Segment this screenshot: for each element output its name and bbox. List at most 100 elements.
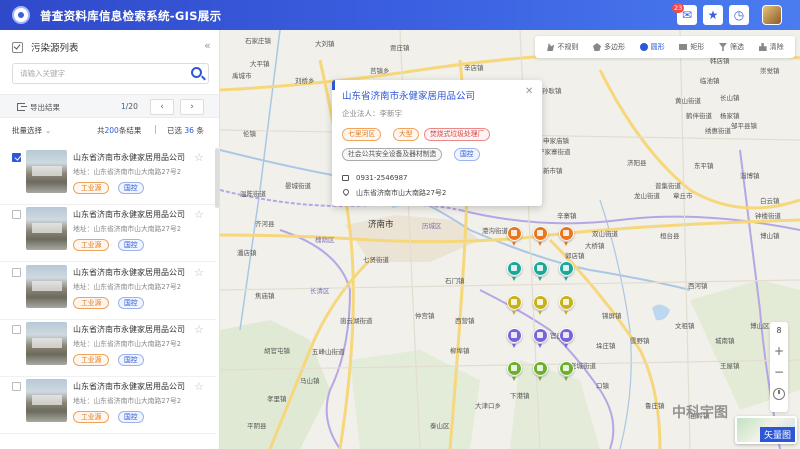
car-marker-icon[interactable]	[507, 361, 522, 381]
item-checkbox[interactable]	[12, 210, 21, 219]
popup-address: 山东省济南市山大南路27号2	[356, 189, 447, 197]
factory-marker-icon[interactable]	[507, 226, 522, 246]
star-icon[interactable]: ☆	[194, 380, 204, 393]
item-name[interactable]: 山东省济南市永健家居用品公司	[73, 324, 193, 335]
place-label: 钟楼街道	[755, 212, 781, 220]
place-label: 平阴县	[247, 422, 267, 430]
map-view[interactable]: 石家庄镇大平镇大刘镇贾庄镇辛店镇禹城市刘桥乡莒镇乡芽庄湖镇伦镇温陈街道齐河县晏城…	[220, 30, 800, 449]
list-item[interactable]: 山东省济南市永健家居用品公司 ☆ 地址：山东省济南市山大南路27号2 工业源 国控	[0, 148, 216, 205]
avatar[interactable]	[762, 5, 782, 25]
tool-filter-label: 筛选	[729, 43, 744, 51]
tool-rectangle[interactable]: 矩形	[679, 42, 704, 52]
tool-rectangle-label: 矩形	[690, 43, 705, 51]
bulb-marker-icon[interactable]	[559, 295, 574, 315]
item-name[interactable]: 山东省济南市永健家居用品公司	[73, 152, 193, 163]
star-icon[interactable]: ☆	[194, 151, 204, 164]
tool-filter[interactable]: 筛选	[718, 42, 744, 52]
place-label: 孙耿镇	[542, 87, 562, 95]
place-label: 马山镇	[300, 377, 320, 385]
basemap-label: 矢量图	[759, 427, 795, 442]
popup-tag-size: 大型	[393, 128, 419, 141]
export-results-button[interactable]: 导出结果	[30, 102, 60, 113]
next-page-button[interactable]: ›	[180, 99, 204, 115]
collapse-panel-icon[interactable]: «	[204, 39, 211, 52]
item-tag-industry: 工业源	[73, 297, 110, 309]
item-name[interactable]: 山东省济南市永健家居用品公司	[73, 209, 193, 220]
item-checkbox[interactable]	[12, 325, 21, 334]
building-marker-icon[interactable]	[559, 328, 574, 348]
tree-marker-icon[interactable]	[507, 261, 522, 281]
polygon-icon	[592, 43, 601, 51]
building-marker-icon[interactable]	[507, 328, 522, 348]
search-input[interactable]	[13, 64, 183, 83]
bulb-marker-icon[interactable]	[533, 295, 548, 315]
list-item[interactable]: 山东省济南市永健家居用品公司 ☆ 地址：山东省济南市山大南路27号2 工业源 国控	[0, 320, 216, 377]
circle-icon	[639, 43, 648, 51]
car-marker-icon[interactable]	[533, 361, 548, 381]
item-name[interactable]: 山东省济南市永健家居用品公司	[73, 267, 193, 278]
item-address: 地址：山东省济南市山大南路27号2	[73, 397, 182, 405]
item-tag-control: 国控	[118, 411, 144, 423]
item-checkbox[interactable]	[12, 153, 21, 162]
place-label: 普集街道	[655, 182, 681, 190]
close-icon[interactable]: ✕	[525, 86, 533, 97]
export-icon[interactable]	[17, 103, 27, 111]
item-tag-control: 国控	[118, 354, 144, 366]
batch-select-label: 批量选择	[12, 126, 42, 135]
search-icon[interactable]	[191, 67, 202, 78]
place-label: 临池镇	[700, 77, 720, 85]
zoom-in-button[interactable]: +	[770, 344, 788, 358]
place-label: 大津口乡	[475, 402, 501, 410]
place-label: 龙山街道	[634, 192, 660, 200]
result-count-prefix: 共	[97, 126, 105, 135]
tool-irregular[interactable]: 不规则	[546, 42, 578, 52]
star-icon[interactable]: ☆	[194, 208, 204, 221]
item-address: 地址：山东省济南市山大南路27号2	[73, 340, 182, 348]
place-label: 桓台县	[660, 232, 680, 240]
building-marker-icon[interactable]	[533, 328, 548, 348]
place-label: 章丘市	[673, 192, 693, 200]
tree-marker-icon[interactable]	[559, 261, 574, 281]
list-scrollbar[interactable]	[215, 148, 219, 208]
star-icon[interactable]: ☆	[194, 266, 204, 279]
place-label: 郭店镇	[565, 252, 585, 260]
app-title: 普查资料库信息检索系统-GIS展示	[40, 9, 222, 23]
batch-select-dropdown[interactable]: 批量选择 ⌄	[12, 125, 51, 136]
item-checkbox[interactable]	[12, 382, 21, 391]
history-button[interactable]: ◷	[729, 5, 749, 25]
place-label: 孝里镇	[267, 395, 287, 403]
place-label: 石家庄镇	[245, 37, 271, 45]
star-icon[interactable]: ☆	[194, 323, 204, 336]
compass-icon[interactable]	[773, 388, 785, 400]
place-label: 垛庄镇	[596, 342, 616, 350]
prev-page-button[interactable]: ‹	[150, 99, 174, 115]
app-header: 普查资料库信息检索系统-GIS展示 ✉ 23 ★ ◷	[0, 0, 800, 30]
item-tag-control: 国控	[118, 239, 144, 251]
basemap-switcher[interactable]: 矢量图	[735, 416, 797, 444]
list-item[interactable]: 山东省济南市永健家居用品公司 ☆ 地址：山东省济南市山大南路27号2 工业源 国控	[0, 377, 216, 434]
list-item[interactable]: 山东省济南市永健家居用品公司 ☆ 地址：山东省济南市山大南路27号2 工业源 国控	[0, 263, 216, 320]
place-label: 雪野镇	[630, 337, 650, 345]
location-pin-icon	[341, 187, 351, 197]
popup-legal-person: 企业法人：李新宇	[342, 109, 402, 118]
bulb-marker-icon[interactable]	[507, 295, 522, 315]
place-label: 石门镇	[445, 277, 465, 285]
tool-clear[interactable]: 清除	[758, 42, 784, 52]
place-label: 港沟街道	[482, 227, 508, 235]
item-tag-industry: 工业源	[73, 354, 110, 366]
list-item[interactable]: 山东省济南市永健家居用品公司 ☆ 地址：山东省济南市山大南路27号2 工业源 国控	[0, 205, 216, 262]
tree-marker-icon[interactable]	[533, 261, 548, 281]
factory-marker-icon[interactable]	[533, 226, 548, 246]
item-checkbox[interactable]	[12, 268, 21, 277]
place-label: 新市镇	[543, 167, 563, 175]
item-name[interactable]: 山东省济南市永健家居用品公司	[73, 381, 193, 392]
zoom-out-button[interactable]: −	[770, 365, 788, 379]
place-label: 淄博镇	[740, 172, 760, 180]
favorites-button[interactable]: ★	[703, 5, 723, 25]
car-marker-icon[interactable]	[559, 361, 574, 381]
item-thumbnail	[26, 265, 67, 308]
factory-marker-icon[interactable]	[559, 226, 574, 246]
tool-polygon[interactable]: 多边形	[592, 42, 625, 52]
item-thumbnail	[26, 322, 67, 365]
tool-circle[interactable]: 圆形	[639, 42, 665, 52]
